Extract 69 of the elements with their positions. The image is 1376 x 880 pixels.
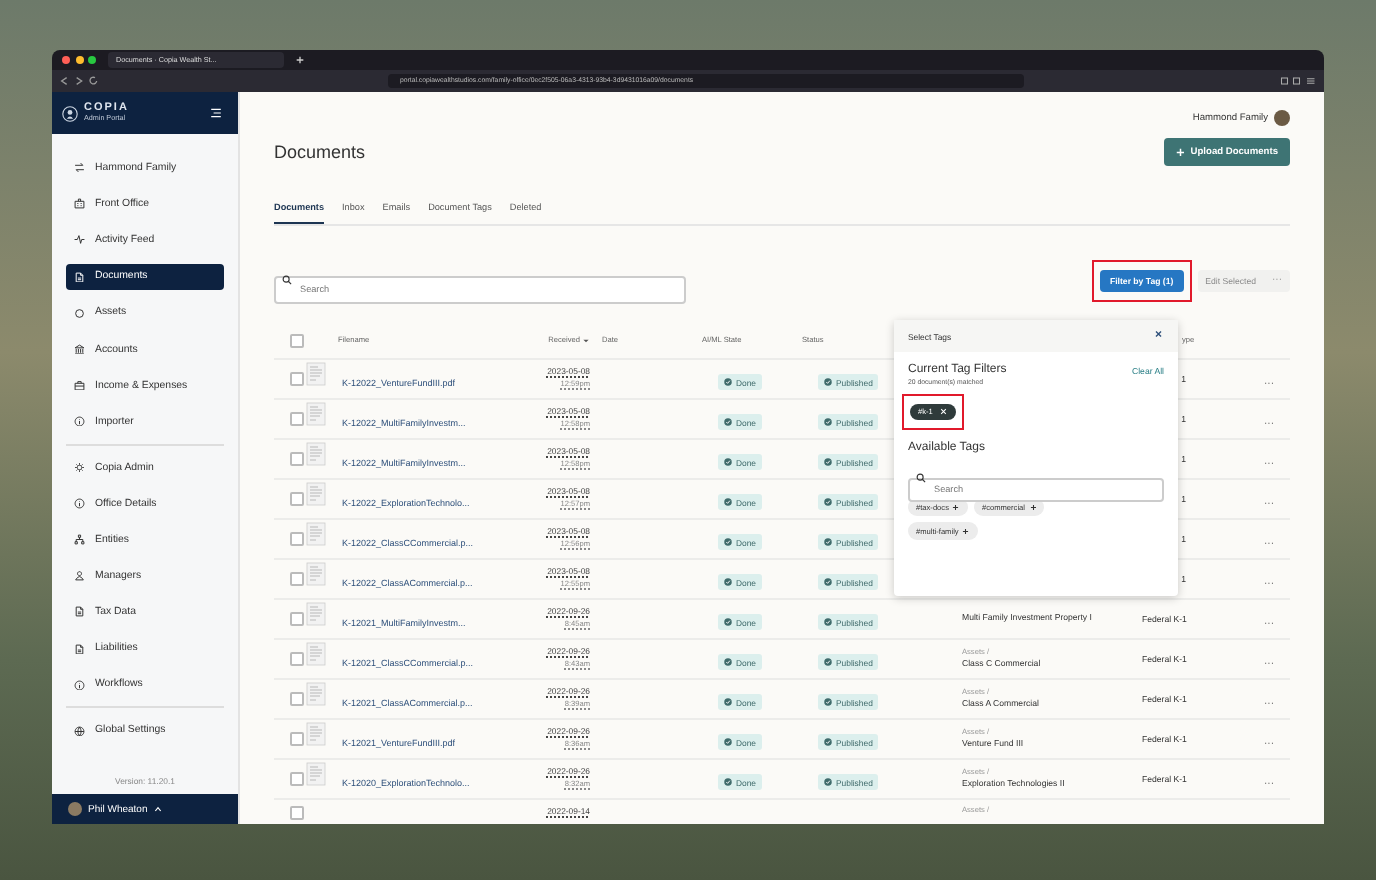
navigation-icon[interactable]: [60, 76, 100, 86]
checkbox[interactable]: [290, 691, 304, 705]
check-circle-icon: [824, 658, 832, 666]
check-circle-icon: [724, 778, 732, 786]
check-circle-icon: [724, 578, 732, 586]
info-icon: [74, 498, 85, 510]
info-icon: [74, 679, 85, 691]
check-circle-icon: [724, 738, 732, 746]
check-circle-icon: [824, 378, 832, 386]
search-icon: [282, 275, 292, 285]
checkbox[interactable]: [290, 371, 304, 385]
checkbox[interactable]: [290, 611, 304, 625]
check-circle-icon: [824, 738, 832, 746]
check-circle-icon: [724, 618, 732, 626]
page-title: Documents: [274, 142, 366, 162]
check-circle-icon: [824, 458, 832, 466]
checkbox[interactable]: [290, 491, 304, 505]
checkbox[interactable]: [290, 771, 304, 785]
document-icon: [74, 271, 85, 283]
plus-icon: [962, 527, 970, 535]
new-tab-icon[interactable]: [296, 56, 304, 64]
check-circle-icon: [724, 658, 732, 666]
search-icon: [916, 473, 926, 483]
logo-icon: [62, 105, 78, 121]
check-circle-icon: [824, 498, 832, 506]
check-circle-icon: [824, 778, 832, 786]
check-circle-icon: [824, 418, 832, 426]
hierarchy-icon: [74, 534, 85, 546]
info-icon: [74, 415, 85, 427]
avatar-icon: [68, 802, 82, 816]
checkbox[interactable]: [290, 333, 304, 347]
bank-icon: [74, 343, 85, 355]
checkbox[interactable]: [290, 805, 304, 819]
document-icon: [74, 643, 85, 655]
checkbox[interactable]: [290, 651, 304, 665]
checkbox[interactable]: [290, 571, 304, 585]
globe-icon: [74, 725, 85, 737]
check-circle-icon: [724, 498, 732, 506]
caret-icon: [153, 806, 162, 812]
checkbox[interactable]: [290, 411, 304, 425]
menu-icon[interactable]: [210, 108, 222, 118]
check-circle-icon: [724, 378, 732, 386]
window-controls-icon[interactable]: [62, 56, 96, 64]
check-circle-icon: [824, 618, 832, 626]
checkbox[interactable]: [290, 731, 304, 745]
arrows-icon: [74, 162, 85, 174]
plus-icon: [952, 503, 960, 511]
check-circle-icon: [824, 698, 832, 706]
checkbox[interactable]: [290, 451, 304, 465]
pulse-icon: [74, 234, 85, 246]
check-circle-icon: [724, 698, 732, 706]
avatar-icon[interactable]: [1274, 110, 1290, 126]
browser-toolbar-icon[interactable]: [1280, 76, 1316, 86]
document-icon: [74, 606, 85, 618]
close-icon: [940, 408, 948, 416]
check-circle-icon: [724, 418, 732, 426]
check-circle-icon: [724, 538, 732, 546]
gear-icon: [74, 462, 85, 474]
check-circle-icon: [824, 578, 832, 586]
plus-icon: [1029, 503, 1036, 511]
person-icon: [74, 570, 85, 582]
check-circle-icon: [724, 458, 732, 466]
building-icon: [74, 198, 85, 210]
briefcase-icon: [74, 379, 85, 391]
checkbox[interactable]: [290, 531, 304, 545]
sort-caret-icon: [582, 337, 590, 343]
check-circle-icon: [824, 538, 832, 546]
circle-icon: [74, 307, 85, 319]
plus-icon: [1175, 147, 1185, 157]
